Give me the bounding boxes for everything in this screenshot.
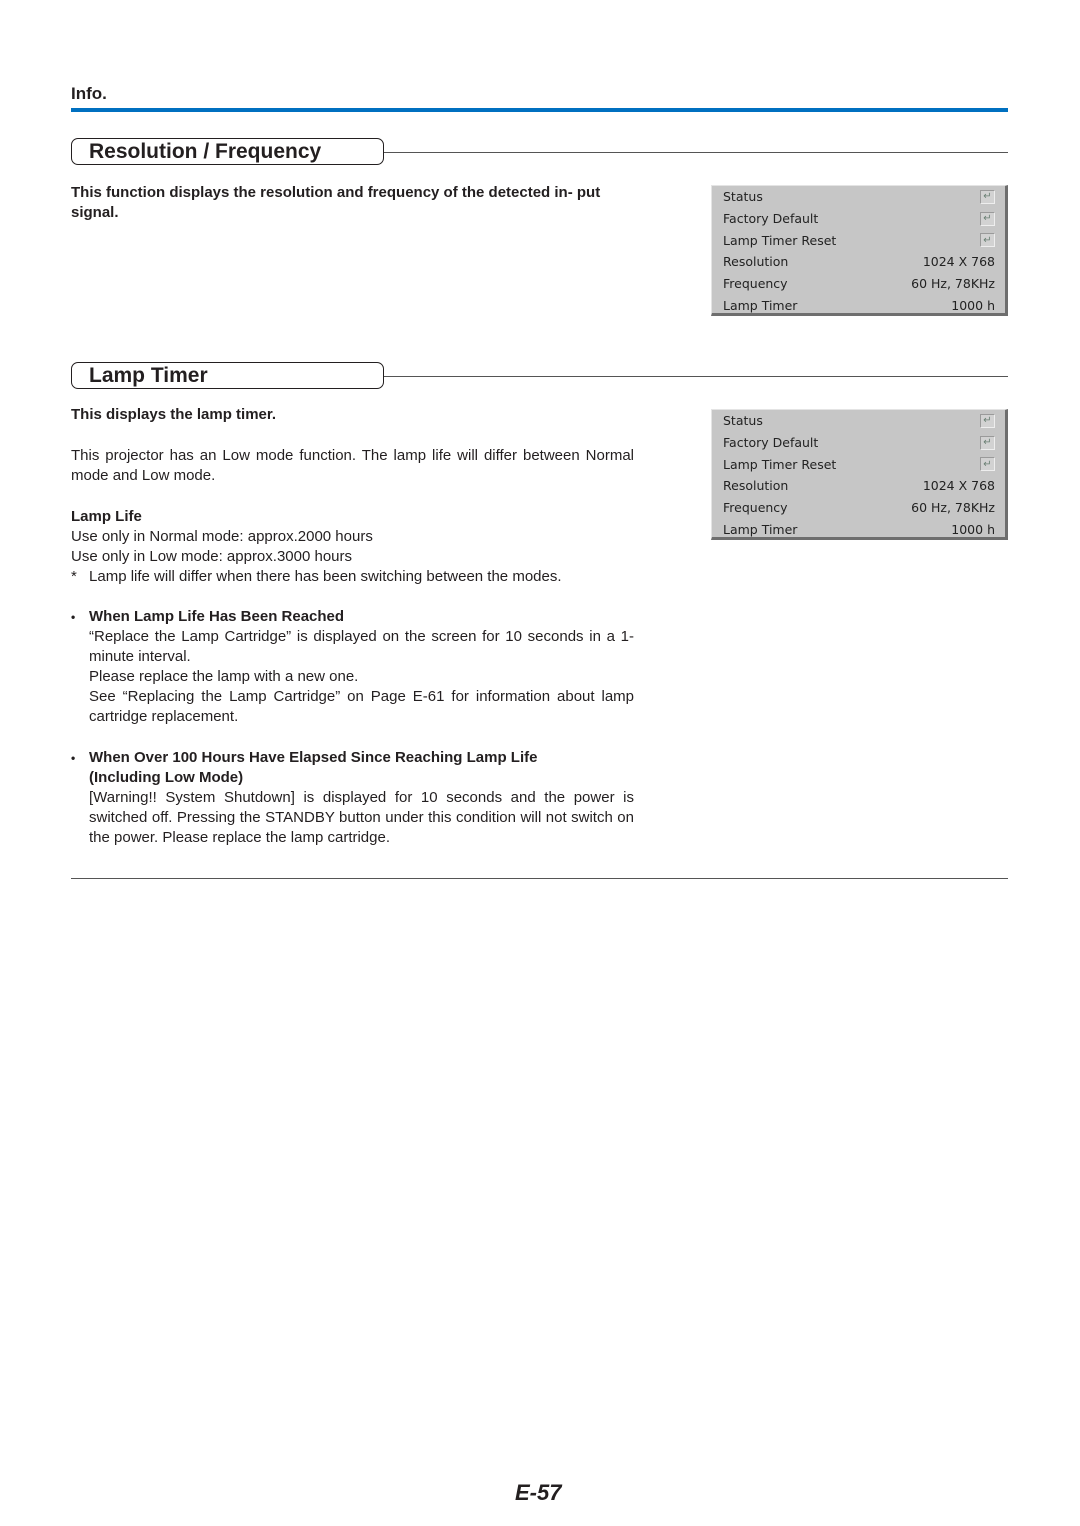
bullet-line: “Replace the Lamp Cartridge” is displaye…	[89, 628, 634, 665]
osd-item-label: Resolution	[723, 254, 789, 270]
osd-menu-item[interactable]: Lamp Timer 1000 h	[712, 518, 1005, 540]
footer-rule	[71, 878, 1008, 879]
resolution-description: This function displays the resolution an…	[71, 184, 601, 221]
osd-item-value: 60 Hz, 78KHz	[911, 276, 995, 292]
enter-icon[interactable]: ↵	[980, 457, 995, 472]
enter-icon[interactable]: ↵	[980, 413, 995, 428]
osd-menu-item[interactable]: Frequency 60 Hz, 78KHz	[712, 273, 1005, 295]
osd-item-label: Lamp Timer	[723, 521, 798, 537]
osd-info-menu: Status ↵ Factory Default ↵ Lamp Timer Reset ↵…	[711, 185, 1008, 316]
bullet-line: [Warning!! System Shutdown] is displayed…	[89, 789, 634, 846]
osd-item-label: Frequency	[723, 276, 788, 292]
osd-item-label: Lamp Timer	[723, 297, 798, 313]
osd-menu-item[interactable]: Resolution 1024 X 768	[712, 475, 1005, 497]
bullet-line: Please replace the lamp with a new one.	[89, 668, 359, 685]
lamp-intro: This projector has an Low mode function.…	[71, 447, 634, 484]
normal-mode-life: Use only in Normal mode: approx.2000 hou…	[71, 528, 373, 545]
osd-item-label: Frequency	[723, 500, 788, 516]
osd-menu-item[interactable]: Factory Default ↵	[712, 432, 1005, 454]
osd-item-label: Resolution	[723, 478, 789, 494]
osd-menu-item[interactable]: Lamp Timer 1000 h	[712, 294, 1005, 316]
bullet-marker: •	[71, 610, 76, 624]
osd-item-label: Lamp Timer Reset	[723, 232, 837, 248]
section-label: Info.	[71, 84, 107, 103]
osd-menu-item[interactable]: Factory Default ↵	[712, 208, 1005, 230]
osd-menu-item[interactable]: Lamp Timer Reset ↵	[712, 229, 1005, 251]
lamp-subtitle: This displays the lamp timer.	[71, 406, 277, 423]
section-divider	[384, 152, 1008, 153]
bullet-lamp-life-reached: • When Lamp Life Has Been Reached “Repla…	[71, 607, 634, 727]
note-asterisk: *	[71, 568, 77, 585]
lamp-life-heading: Lamp Life	[71, 508, 142, 525]
osd-item-value: 60 Hz, 78KHz	[911, 500, 995, 516]
header-rule	[71, 108, 1008, 112]
bullet-line: See “Replacing the Lamp Cartridge” on Pa…	[89, 688, 634, 725]
osd-info-menu: Status ↵ Factory Default ↵ Lamp Timer Reset ↵…	[711, 409, 1008, 540]
section-divider	[384, 376, 1008, 377]
osd-menu-item[interactable]: Lamp Timer Reset ↵	[712, 453, 1005, 475]
osd-item-label: Status	[723, 413, 763, 429]
enter-icon[interactable]: ↵	[980, 189, 995, 204]
osd-item-value: 1024 X 768	[922, 254, 995, 270]
lamp-life-note: * Lamp life will differ when there has b…	[71, 567, 634, 587]
osd-item-label: Factory Default	[723, 211, 819, 227]
osd-item-value: 1000 h	[951, 297, 995, 313]
osd-item-value: 1000 h	[951, 521, 995, 537]
osd-menu-item[interactable]: Frequency 60 Hz, 78KHz	[712, 497, 1005, 519]
resolution-frequency-heading: Resolution / Frequency	[71, 138, 384, 165]
low-mode-life: Use only in Low mode: approx.3000 hours	[71, 548, 353, 565]
enter-icon[interactable]: ↵	[980, 233, 995, 248]
bullet-over-100-hours: • When Over 100 Hours Have Elapsed Since…	[71, 748, 634, 848]
osd-item-label: Lamp Timer Reset	[723, 456, 837, 472]
lamp-timer-heading: Lamp Timer	[71, 362, 384, 389]
osd-menu-item[interactable]: Status ↵	[712, 186, 1005, 208]
enter-icon[interactable]: ↵	[980, 435, 995, 450]
osd-menu-item[interactable]: Resolution 1024 X 768	[712, 251, 1005, 273]
osd-menu-item[interactable]: Status ↵	[712, 410, 1005, 432]
note-text: Lamp life will differ when there has bee…	[89, 568, 562, 585]
enter-icon[interactable]: ↵	[980, 211, 995, 226]
osd-item-label: Status	[723, 189, 763, 205]
page-number: E-57	[515, 1480, 562, 1505]
osd-item-value: 1024 X 768	[922, 478, 995, 494]
bullet-marker: •	[71, 751, 76, 765]
osd-item-label: Factory Default	[723, 435, 819, 451]
